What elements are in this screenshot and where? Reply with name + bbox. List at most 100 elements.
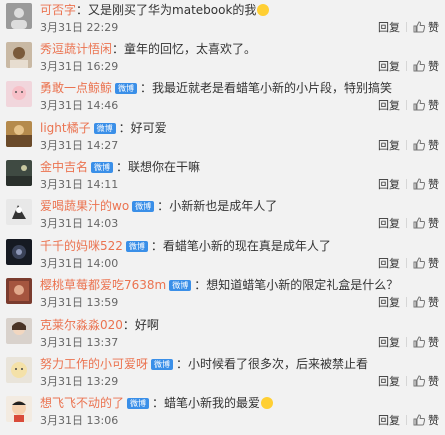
timestamp: 3月31日 13:29 [40, 375, 119, 388]
like-button[interactable]: 赞 [413, 414, 439, 427]
comment-item: 可否字：又是刚买了华为matebook的我 3月31日 22:29 回复赞 [0, 0, 445, 42]
comment-line: 努力工作的小可爱呀 微博 ：小时候看了很多次，后来被禁止看 [40, 357, 369, 371]
comment-actions: 回复赞 [378, 139, 439, 153]
action-divider [406, 61, 407, 71]
like-button[interactable]: 赞 [413, 296, 439, 309]
weibo-badge: 微博 [91, 162, 114, 173]
comment-text: 想知道蜡笔小新的限定礼盒是什么？ [206, 278, 399, 292]
timestamp: 3月31日 13:59 [40, 296, 119, 309]
avatar[interactable] [6, 42, 32, 68]
comment-text: 又是刚买了华为matebook的我 [88, 3, 257, 17]
comment-actions: 回复赞 [378, 375, 439, 389]
avatar[interactable] [6, 160, 32, 186]
reply-button[interactable]: 回复 [378, 178, 400, 192]
action-divider [406, 337, 407, 347]
comment-text: 童年的回忆，太喜欢了。 [124, 42, 257, 56]
weibo-badge: 微博 [151, 359, 174, 370]
avatar[interactable] [6, 318, 32, 344]
reply-button[interactable]: 回复 [378, 414, 400, 428]
comment-text: 小时候看了很多次，后来被禁止看 [188, 357, 369, 371]
username-link[interactable]: 克莱尔淼淼020 [40, 318, 123, 332]
action-divider [406, 415, 407, 425]
comment-text: 好啊 [134, 318, 159, 332]
username-link[interactable]: 爱喝蔬果汁的wo [40, 199, 129, 213]
like-button[interactable]: 赞 [413, 60, 439, 73]
thumbs-up-icon [413, 296, 425, 308]
like-button[interactable]: 赞 [413, 139, 439, 152]
action-divider [406, 297, 407, 307]
reply-button[interactable]: 回复 [378, 257, 400, 271]
weibo-badge: 微博 [132, 201, 155, 212]
weibo-badge: 微博 [93, 123, 116, 134]
reply-button[interactable]: 回复 [378, 99, 400, 113]
username-link[interactable]: 樱桃草莓都爱吃7638m [40, 278, 166, 292]
comment-text: 我最近就老是看蜡笔小新的小片段，特别搞笑 [152, 81, 393, 95]
reply-button[interactable]: 回复 [378, 336, 400, 350]
avatar[interactable] [6, 357, 32, 383]
avatar[interactable] [6, 81, 32, 107]
avatar[interactable] [6, 3, 32, 29]
comment-actions: 回复赞 [378, 21, 439, 35]
avatar[interactable] [6, 278, 32, 304]
reply-button[interactable]: 回复 [378, 139, 400, 153]
reply-button[interactable]: 回复 [378, 21, 400, 35]
thumbs-up-icon [413, 414, 425, 426]
comment-line: 想飞飞不动的了 微博 ：蜡笔小新我的最爱 [40, 395, 441, 411]
username-link[interactable]: 可否字 [40, 3, 76, 17]
comment-actions: 回复赞 [378, 336, 439, 350]
timestamp: 3月31日 14:27 [40, 139, 119, 152]
comment-line: 可否字：又是刚买了华为matebook的我 [40, 2, 441, 18]
comment-item: 樱桃草莓都爱吃7638m 微博 ：想知道蜡笔小新的限定礼盒是什么？ 3月31日 13… [0, 275, 445, 317]
comment-line: 樱桃草莓都爱吃7638m 微博 ：想知道蜡笔小新的限定礼盒是什么？ [40, 278, 399, 292]
like-button[interactable]: 赞 [413, 217, 439, 230]
username-link[interactable]: 想飞飞不动的了 [40, 396, 124, 410]
action-divider [406, 218, 407, 228]
timestamp: 3月31日 14:46 [40, 99, 119, 112]
comment-actions: 回复赞 [378, 296, 439, 310]
comment-item: 秀逗蔬计悟闲：童年的回忆，太喜欢了。 3月31日 16:29 回复赞 [0, 39, 445, 81]
comment-line: 勇敢一点鲸鲸 微博 ：我最近就老是看蜡笔小新的小片段，特别搞笑 [40, 81, 393, 95]
weibo-badge: 微博 [169, 280, 192, 291]
username-link[interactable]: light橘子 [40, 121, 91, 135]
reply-button[interactable]: 回复 [378, 217, 400, 231]
action-divider [406, 258, 407, 268]
comment-list: 可否字：又是刚买了华为matebook的我 3月31日 22:29 回复赞 秀逗… [0, 0, 445, 435]
like-button[interactable]: 赞 [413, 178, 439, 191]
reply-button[interactable]: 回复 [378, 296, 400, 310]
thumbs-up-icon [413, 257, 425, 269]
comment-text: 好可爱 [130, 121, 167, 135]
username-link[interactable]: 秀逗蔬计悟闲 [40, 42, 112, 56]
thumbs-up-icon [413, 21, 425, 33]
like-button[interactable]: 赞 [413, 99, 439, 112]
comment-item: 爱喝蔬果汁的wo 微博 ：小新新也是成年人了 3月31日 14:03 回复赞 [0, 196, 445, 238]
thumbs-up-icon [413, 375, 425, 387]
like-button[interactable]: 赞 [413, 257, 439, 270]
username-link[interactable]: 金中吉名 [40, 160, 88, 174]
timestamp: 3月31日 13:37 [40, 336, 119, 349]
reply-button[interactable]: 回复 [378, 60, 400, 74]
comment-text: 看蜡笔小新的现在真是成年人了 [162, 239, 331, 253]
timestamp: 3月31日 14:00 [40, 257, 119, 270]
username-link[interactable]: 努力工作的小可爱呀 [40, 357, 148, 371]
action-divider [406, 179, 407, 189]
username-link[interactable]: 千千的妈咪522 [40, 239, 123, 253]
timestamp: 3月31日 22:29 [40, 21, 119, 34]
comment-actions: 回复赞 [378, 178, 439, 192]
avatar[interactable] [6, 121, 32, 147]
comment-line: 金中吉名 微博 ：联想你在干嘛 [40, 160, 201, 174]
comment-text: 联想你在干嘛 [128, 160, 201, 174]
avatar[interactable] [6, 396, 32, 422]
smile-emoji-icon [257, 4, 270, 16]
like-button[interactable]: 赞 [413, 21, 439, 34]
avatar[interactable] [6, 239, 32, 265]
thumbs-up-icon [413, 178, 425, 190]
like-button[interactable]: 赞 [413, 375, 439, 388]
thumbs-up-icon [413, 217, 425, 229]
like-button[interactable]: 赞 [413, 336, 439, 349]
thumbs-up-icon [413, 336, 425, 348]
comment-actions: 回复赞 [378, 257, 439, 271]
comment-line: 千千的妈咪522 微博 ：看蜡笔小新的现在真是成年人了 [40, 239, 331, 253]
username-link[interactable]: 勇敢一点鲸鲸 [40, 81, 112, 95]
avatar[interactable] [6, 199, 32, 225]
reply-button[interactable]: 回复 [378, 375, 400, 389]
